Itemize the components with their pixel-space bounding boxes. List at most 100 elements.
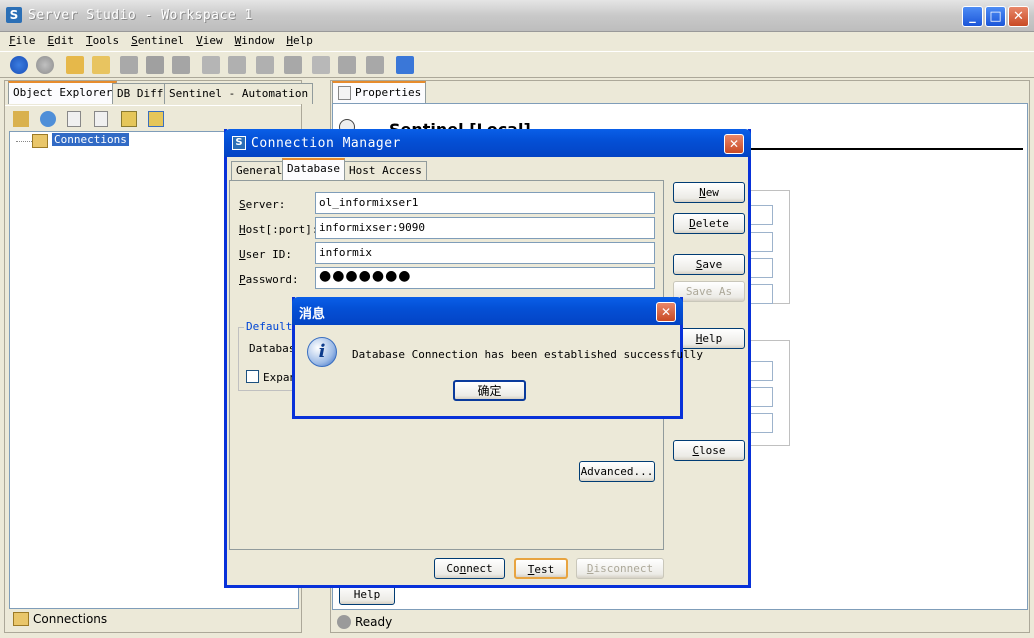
new-document-icon[interactable] bbox=[67, 111, 81, 127]
disconnect-button[interactable]: Disconnect bbox=[576, 558, 664, 579]
menu-mnemonic: S bbox=[131, 34, 138, 47]
tree-line bbox=[16, 141, 32, 142]
menu-sentinel[interactable]: Sentinel bbox=[125, 32, 190, 49]
header-rule bbox=[733, 148, 1023, 150]
print-icon[interactable] bbox=[120, 56, 138, 74]
window-title: Server Studio - Workspace 1 bbox=[28, 8, 253, 23]
right-status-text: Ready bbox=[355, 615, 393, 629]
minimize-icon[interactable]: _ bbox=[962, 6, 983, 27]
menu-window[interactable]: Window bbox=[229, 32, 281, 49]
menu-help[interactable]: Help bbox=[280, 32, 319, 49]
user-id-field[interactable]: informix bbox=[315, 242, 655, 264]
forward-icon[interactable] bbox=[36, 56, 54, 74]
menu-mnemonic: V bbox=[196, 34, 203, 47]
cm-app-icon: S bbox=[232, 136, 246, 150]
menu-label: iew bbox=[202, 34, 223, 47]
run-icon[interactable] bbox=[312, 56, 330, 74]
server-label: Server: bbox=[239, 198, 286, 211]
connection-manager-title-bar[interactable]: S Connection Manager ✕ bbox=[224, 129, 751, 157]
close-icon[interactable]: ✕ bbox=[1008, 6, 1029, 27]
properties-icon bbox=[338, 86, 351, 100]
tab-properties-label: Properties bbox=[355, 86, 422, 99]
password-label: Password: bbox=[239, 273, 299, 286]
open-folder-icon[interactable] bbox=[66, 56, 84, 74]
menu-mnemonic: F bbox=[9, 34, 16, 47]
menu-mnemonic: H bbox=[286, 34, 293, 47]
tab-database[interactable]: Database bbox=[282, 158, 345, 180]
ok-button[interactable]: 确定 bbox=[453, 380, 526, 401]
host-field[interactable]: informixser:9090 bbox=[315, 217, 655, 239]
tab-sentinel-automation[interactable]: Sentinel - Automation bbox=[164, 83, 314, 104]
menu-mnemonic: T bbox=[86, 34, 93, 47]
toolbar bbox=[0, 51, 1034, 78]
maximize-icon[interactable]: □ bbox=[985, 6, 1006, 27]
menu-label: elp bbox=[292, 34, 313, 47]
advanced-button[interactable]: Advanced... bbox=[579, 461, 655, 482]
connect-button[interactable]: Connect bbox=[434, 558, 505, 579]
tools-icon[interactable] bbox=[366, 56, 384, 74]
connection-icon[interactable] bbox=[396, 56, 414, 74]
tab-db-diff[interactable]: DB Diff bbox=[112, 83, 169, 104]
properties-icon[interactable] bbox=[94, 111, 108, 127]
connections-status-icon bbox=[13, 612, 29, 626]
tab-object-explorer[interactable]: Object Explorer bbox=[8, 81, 118, 104]
save-icon[interactable] bbox=[146, 56, 164, 74]
upload-icon[interactable] bbox=[92, 56, 110, 74]
paste-icon[interactable] bbox=[256, 56, 274, 74]
close-icon[interactable]: ✕ bbox=[724, 134, 744, 154]
export-icon[interactable] bbox=[121, 111, 137, 127]
left-status-bar: Connections bbox=[7, 609, 299, 631]
host-label: Host[:port]: bbox=[239, 223, 319, 236]
user-id-label: User ID: bbox=[239, 248, 292, 261]
message-text: Database Connection has been established… bbox=[352, 348, 703, 361]
info-icon: i bbox=[307, 337, 337, 367]
tab-host-access[interactable]: Host Access bbox=[344, 161, 427, 180]
menu-label: ile bbox=[15, 34, 36, 47]
delete-button[interactable]: Delete bbox=[673, 213, 745, 234]
save-as-button[interactable]: Save As bbox=[673, 281, 745, 302]
close-icon[interactable]: ✕ bbox=[656, 302, 676, 322]
test-button[interactable]: Test bbox=[514, 558, 568, 579]
copy-icon[interactable] bbox=[228, 56, 246, 74]
app-icon: S bbox=[6, 7, 22, 23]
connection-manager-title: Connection Manager bbox=[251, 136, 401, 151]
server-field[interactable]: ol_informixser1 bbox=[315, 192, 655, 214]
database-label: Databas bbox=[249, 342, 296, 355]
message-title-bar[interactable]: 消息 ✕ bbox=[292, 297, 683, 325]
menu-bar: File Edit Tools Sentinel View Window Help bbox=[0, 32, 1034, 50]
refresh-icon[interactable] bbox=[40, 111, 56, 127]
expand-checkbox[interactable] bbox=[246, 370, 259, 383]
menu-label: entinel bbox=[137, 34, 185, 47]
menu-label: dit bbox=[54, 34, 74, 47]
cut-icon[interactable] bbox=[284, 56, 302, 74]
undo-icon[interactable] bbox=[202, 56, 220, 74]
left-status-text: Connections bbox=[33, 612, 108, 626]
menu-view[interactable]: View bbox=[190, 32, 229, 49]
connections-folder-icon bbox=[32, 134, 48, 148]
message-title: 消息 bbox=[299, 307, 326, 322]
default-group-label: Default bbox=[244, 320, 295, 333]
tree-item-connections[interactable]: Connections bbox=[52, 133, 129, 146]
menu-file[interactable]: File bbox=[3, 32, 42, 49]
debug-icon[interactable] bbox=[338, 56, 356, 74]
new-button[interactable]: New bbox=[673, 182, 745, 203]
window-title-bar[interactable]: S Server Studio - Workspace 1 _ □ ✕ bbox=[0, 0, 1034, 32]
explorer-toolbar bbox=[5, 105, 301, 131]
close-button[interactable]: Close bbox=[673, 440, 745, 461]
password-field[interactable]: ●●●●●●● bbox=[315, 267, 655, 289]
message-dialog: 消息 ✕ i Database Connection has been esta… bbox=[292, 297, 703, 419]
menu-label: indow bbox=[241, 34, 275, 47]
menu-edit[interactable]: Edit bbox=[42, 32, 81, 49]
save-button[interactable]: Save bbox=[673, 254, 745, 275]
right-status-bar: Ready bbox=[333, 613, 733, 633]
back-icon[interactable] bbox=[10, 56, 28, 74]
tab-properties[interactable]: Properties bbox=[332, 81, 427, 104]
gear-icon bbox=[337, 615, 351, 629]
menu-tools[interactable]: Tools bbox=[80, 32, 125, 49]
import-icon[interactable] bbox=[148, 111, 164, 127]
help-button[interactable]: Help bbox=[673, 328, 745, 349]
save-all-icon[interactable] bbox=[172, 56, 190, 74]
tab-general[interactable]: General bbox=[231, 161, 288, 180]
menu-label: ools bbox=[92, 34, 120, 47]
new-connection-icon[interactable] bbox=[13, 111, 29, 127]
